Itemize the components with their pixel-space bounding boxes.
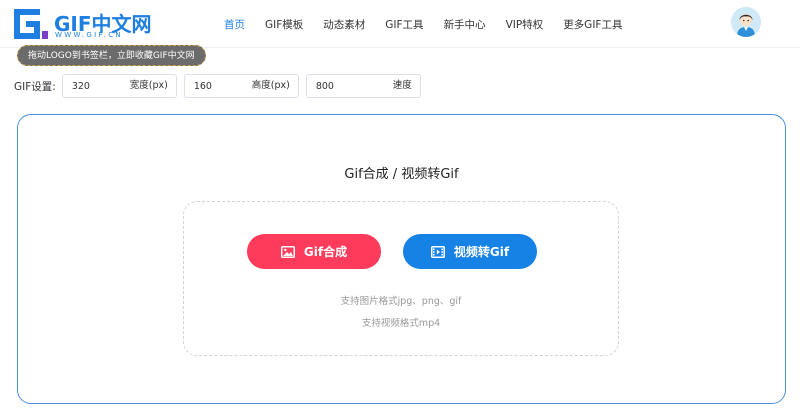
nav-item-gif-tools[interactable]: GIF工具	[385, 17, 423, 32]
speed-input[interactable]	[306, 75, 377, 97]
gif-compose-label: Gif合成	[303, 245, 348, 259]
speed-field: 速度	[305, 74, 421, 98]
user-avatar[interactable]	[731, 7, 761, 37]
user-avatar-icon	[731, 7, 761, 37]
speed-unit: 速度	[392, 80, 412, 91]
gif-compose-button[interactable]: Gif合成	[247, 234, 381, 269]
height-field: 高度(px)	[183, 74, 299, 98]
video-to-gif-label: 视频转Gif	[453, 245, 510, 259]
nav-item-more-gif-tools[interactable]: 更多GIF工具	[563, 17, 622, 32]
image-format-hint: 支持图片格式jpg、png、gif	[340, 296, 462, 307]
nav-item-home[interactable]: 首页	[224, 17, 245, 32]
nav-item-beginner-center[interactable]: 新手中心	[444, 17, 486, 32]
nav-item-animated-assets[interactable]: 动态素材	[323, 17, 365, 32]
video-to-gif-button[interactable]: 视频转Gif	[403, 234, 537, 269]
card-title: Gif合成 / 视频转Gif	[344, 167, 459, 182]
height-unit: 高度(px)	[251, 80, 290, 91]
upload-card: Gif合成 / 视频转Gif Gif合成 视频转Gif 支持图片格式jpg、pn…	[17, 114, 786, 404]
logo-mark-icon	[14, 9, 48, 39]
nav-item-vip[interactable]: VIP特权	[506, 17, 544, 32]
logo-url: WWW.GIF.CN	[55, 31, 123, 39]
site-logo[interactable]: GIF中文网 WWW.GIF.CN	[14, 8, 152, 40]
image-icon	[280, 245, 295, 258]
upload-dropzone[interactable]: Gif合成 视频转Gif 支持图片格式jpg、png、gif 支持视频格式mp4	[183, 201, 619, 356]
top-header: GIF中文网 WWW.GIF.CN 首页 GIF模板 动态素材 GIF工具 新手…	[0, 0, 800, 48]
settings-label: GIF设置:	[14, 80, 56, 93]
nav-item-gif-templates[interactable]: GIF模板	[265, 17, 303, 32]
main-nav: 首页 GIF模板 动态素材 GIF工具 新手中心 VIP特权 更多GIF工具	[224, 0, 642, 48]
height-input[interactable]	[184, 75, 255, 97]
gif-settings: GIF设置: 宽度(px) 高度(px) 速度	[14, 74, 428, 98]
bookmark-tip[interactable]: 拖动LOGO到书签栏，立即收藏GIF中文网	[17, 45, 206, 66]
width-field: 宽度(px)	[61, 74, 177, 98]
video-format-hint: 支持视频格式mp4	[361, 318, 441, 329]
width-unit: 宽度(px)	[129, 80, 168, 91]
width-input[interactable]	[62, 75, 133, 97]
film-icon	[430, 245, 445, 258]
